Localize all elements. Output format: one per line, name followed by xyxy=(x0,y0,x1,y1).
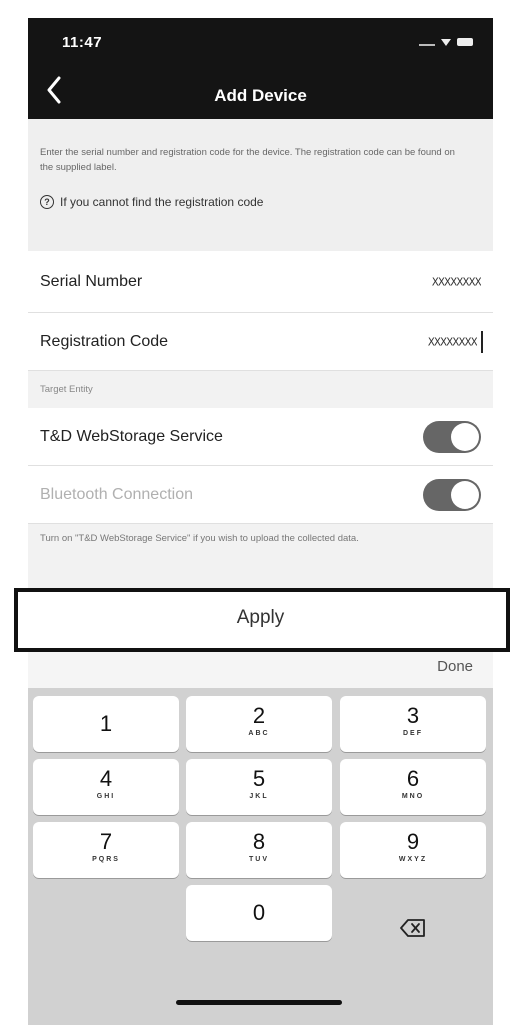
webstorage-row[interactable]: T&D WebStorage Service xyxy=(28,408,493,466)
apply-row: Apply xyxy=(28,588,493,648)
serial-number-input[interactable] xyxy=(351,275,481,288)
instructions-text: Enter the serial number and registration… xyxy=(40,147,455,173)
question-circle-icon: ? xyxy=(40,195,54,209)
phone-screen: 11:47 Add Device Enter the serial number… xyxy=(28,18,493,1025)
key-0[interactable]: 0 xyxy=(186,885,332,941)
key-8[interactable]: 8 TUV xyxy=(186,822,332,878)
bluetooth-toggle[interactable] xyxy=(423,478,481,511)
registration-code-row[interactable]: Registration Code xyxy=(28,313,493,371)
top-bar: 11:47 Add Device xyxy=(28,18,493,119)
battery-icon xyxy=(457,38,473,46)
upload-note: Turn on "T&D WebStorage Service" if you … xyxy=(40,533,359,544)
key-4[interactable]: 4 GHI xyxy=(33,759,179,815)
backspace-key[interactable] xyxy=(340,900,486,956)
key-5[interactable]: 5 JKL xyxy=(186,759,332,815)
webstorage-label: T&D WebStorage Service xyxy=(40,427,223,445)
webstorage-toggle[interactable] xyxy=(423,420,481,453)
apply-button[interactable]: Apply xyxy=(28,588,493,648)
key-9[interactable]: 9 WXYZ xyxy=(340,822,486,878)
home-indicator xyxy=(176,1000,342,1005)
key-6[interactable]: 6 MNO xyxy=(340,759,486,815)
signal-icon xyxy=(419,38,435,46)
registration-code-label: Registration Code xyxy=(40,332,169,350)
done-button[interactable]: Done xyxy=(437,658,473,675)
keyboard-accessory-bar: Done xyxy=(28,650,493,688)
wifi-icon xyxy=(441,38,451,46)
toggle-knob xyxy=(451,480,479,509)
text-caret xyxy=(481,330,483,353)
serial-number-label: Serial Number xyxy=(40,272,143,290)
key-2[interactable]: 2 ABC xyxy=(186,696,332,752)
numeric-keypad: 1 2 ABC 3 DEF 4 GHI 5 JKL 6 MNO 7 PQRS 8… xyxy=(28,688,493,1025)
bluetooth-label: Bluetooth Connection xyxy=(40,485,193,503)
key-3[interactable]: 3 DEF xyxy=(340,696,486,752)
help-link-label: If you cannot find the registration code xyxy=(60,195,264,209)
registration-code-input[interactable] xyxy=(347,335,477,348)
target-entity-label: Target Entity xyxy=(40,384,93,395)
toggle-knob xyxy=(451,422,479,451)
status-icons xyxy=(419,38,473,46)
status-time: 11:47 xyxy=(62,34,103,51)
help-link[interactable]: ? If you cannot find the registration co… xyxy=(40,195,263,209)
bluetooth-row[interactable]: Bluetooth Connection xyxy=(28,466,493,524)
key-7[interactable]: 7 PQRS xyxy=(33,822,179,878)
serial-number-row[interactable]: Serial Number xyxy=(28,251,493,313)
key-1[interactable]: 1 xyxy=(33,696,179,752)
backspace-icon xyxy=(400,919,425,937)
info-section: Enter the serial number and registration… xyxy=(28,119,493,251)
page-title: Add Device xyxy=(214,86,307,105)
